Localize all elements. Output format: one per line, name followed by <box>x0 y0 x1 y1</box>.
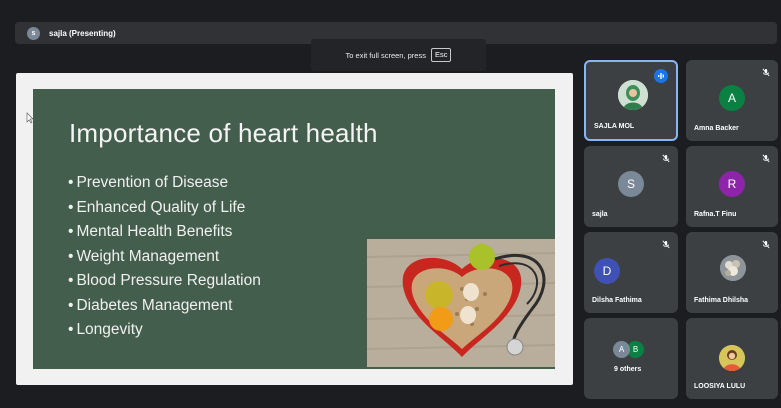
avatar <box>719 345 745 371</box>
slide-bullet-list: Prevention of Disease Enhanced Quality o… <box>68 171 261 343</box>
slide-bullet: Mental Health Benefits <box>68 220 261 245</box>
pointer-icon <box>26 112 34 124</box>
participant-name: Amna Backer <box>694 125 739 132</box>
presenter-avatar: s <box>27 26 40 40</box>
participant-name: sajla <box>592 211 608 218</box>
avatar: R <box>719 171 745 197</box>
participant-tile-rafna-t-finu[interactable]: R Rafna.T Finu <box>686 146 778 227</box>
mic-off-icon <box>662 240 670 249</box>
avatar: S <box>618 171 644 197</box>
slide-bullet: Weight Management <box>68 245 261 270</box>
fullscreen-toast-text: To exit full screen, press <box>345 50 426 60</box>
avatar: A <box>613 341 630 358</box>
slide-bullet: Longevity <box>68 318 261 343</box>
participant-tile-dilsha-fathima[interactable]: D Dilsha Fathima <box>584 232 678 313</box>
participant-tile-amna-backer[interactable]: A Amna Backer <box>686 60 778 141</box>
participant-name: SAJLA MOL <box>594 123 635 130</box>
participant-name: Rafna.T Finu <box>694 211 737 218</box>
mic-off-icon <box>662 154 670 163</box>
slide-chalkboard: Importance of heart health Prevention of… <box>33 89 555 369</box>
slide-title: Importance of heart health <box>69 118 378 148</box>
slide-bullet: Prevention of Disease <box>68 171 261 196</box>
mic-off-icon <box>762 240 770 249</box>
mic-off-icon <box>762 154 770 163</box>
participant-tile-others[interactable]: A B 9 others <box>584 318 678 399</box>
avatar: D <box>594 258 620 284</box>
participant-name: Fathima Dhilsha <box>694 297 749 304</box>
slide-bullet: Diabetes Management <box>68 294 261 319</box>
participant-tile-fathima-dhilsha[interactable]: Fathima Dhilsha <box>686 232 778 313</box>
heart-health-photo <box>367 239 555 367</box>
avatar <box>618 80 648 110</box>
participant-tile-sajla[interactable]: S sajla <box>584 146 678 227</box>
slide-bullet: Enhanced Quality of Life <box>68 196 261 221</box>
speaking-indicator-icon <box>654 69 668 83</box>
mic-off-icon <box>762 68 770 77</box>
presenter-label: sajla (Presenting) <box>49 28 116 38</box>
participant-name: 9 others <box>614 366 642 373</box>
participant-name: LOOSIYA LULU <box>694 383 746 390</box>
slide-bullet: Blood Pressure Regulation <box>68 269 260 294</box>
participant-name: Dilsha Fathima <box>592 297 642 304</box>
avatar: A <box>719 85 745 111</box>
fullscreen-exit-toast: To exit full screen, press Esc <box>311 39 486 71</box>
participant-tile-loosiya-lulu[interactable]: LOOSIYA LULU <box>686 318 778 399</box>
participant-tile-sajla-mol[interactable]: SAJLA MOL <box>584 60 678 141</box>
avatar <box>720 255 746 281</box>
presentation-screen: Importance of heart health Prevention of… <box>16 73 573 385</box>
esc-key-badge: Esc <box>430 48 452 62</box>
